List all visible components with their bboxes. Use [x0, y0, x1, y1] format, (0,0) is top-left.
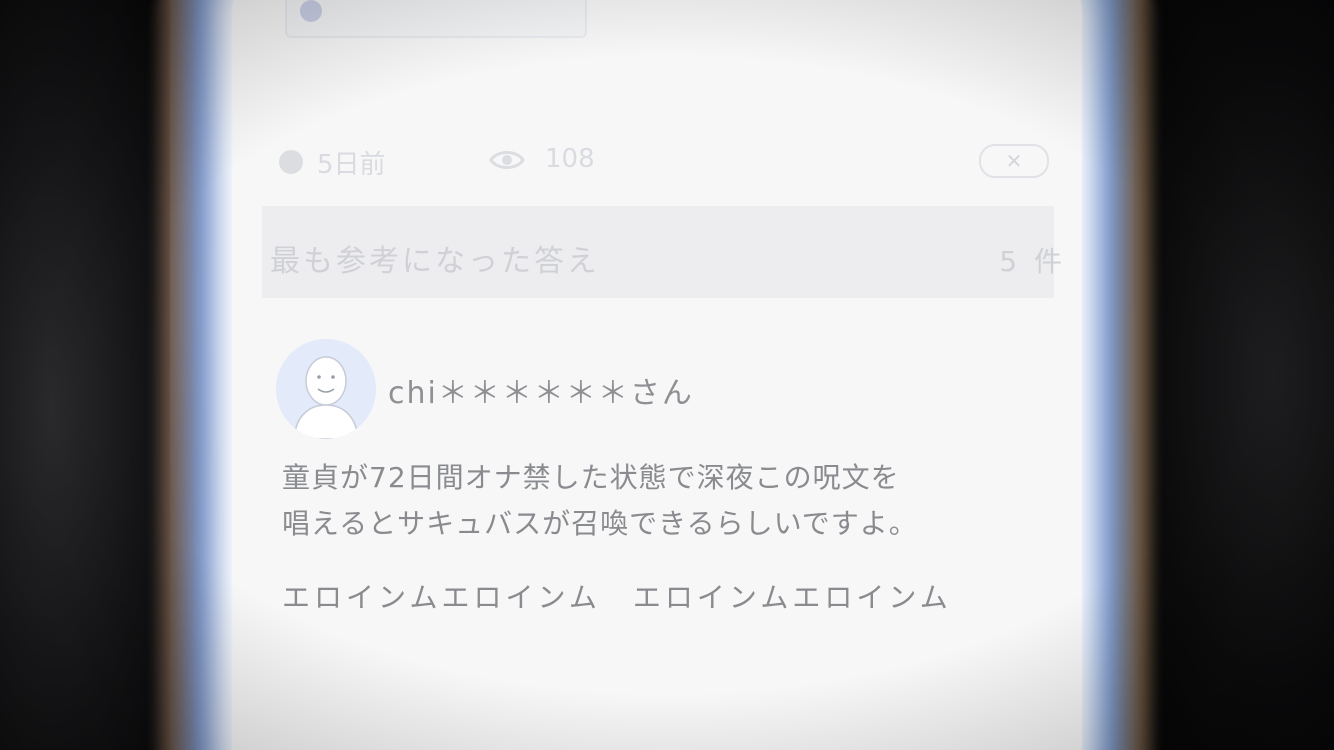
avatar[interactable]	[276, 339, 376, 439]
close-button[interactable]: ✕	[979, 144, 1049, 178]
answer-text-line: 童貞が72日間オナ禁した状態で深夜この呪文を	[282, 461, 900, 494]
view-count: 108	[545, 144, 595, 174]
time-ago: 5日前	[317, 150, 386, 180]
background-right	[1134, 0, 1334, 750]
best-answer-title: 最も参考になった答え	[270, 244, 600, 279]
background-left	[0, 0, 170, 750]
question-meta: 5日前 108 ✕	[277, 140, 1057, 182]
close-icon: ✕	[1005, 149, 1023, 173]
answer-spell: エロインムエロインム エロインムエロインム	[282, 581, 952, 614]
clock-icon	[279, 150, 303, 174]
eye-icon	[489, 151, 525, 169]
answer-text-line: 唱えるとサキュバスが召喚できるらしいですよ。	[282, 507, 918, 540]
answer-count: 5 件	[999, 245, 1066, 278]
answer-username[interactable]: chi＊＊＊＊＊＊さん	[388, 368, 694, 412]
best-answer-header: 最も参考になった答え 5 件	[262, 206, 1062, 298]
chip-label	[335, 0, 555, 20]
scene: 5日前 108 ✕ 最も参考になった答え 5 件 chi＊＊＊＊＊＊さん 童貞が…	[0, 0, 1334, 750]
chip-icon	[300, 0, 322, 22]
avatar-face-icon	[276, 339, 376, 439]
